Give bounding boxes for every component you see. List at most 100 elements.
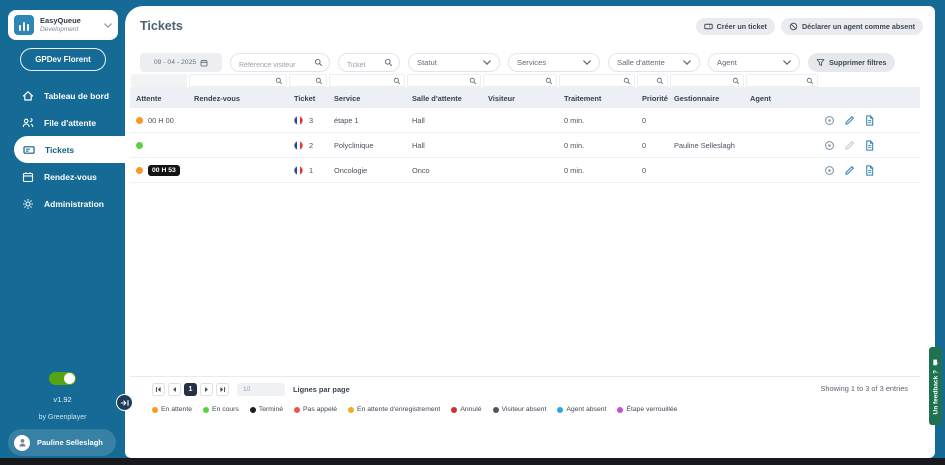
gestionnaire-cell: Pauline Selleslagh xyxy=(668,141,744,150)
brand-name: EasyQueue xyxy=(40,17,98,26)
status-dot xyxy=(250,407,256,413)
edit-icon[interactable] xyxy=(844,115,855,126)
previous-page-button[interactable] xyxy=(168,383,181,396)
priorite-search[interactable] xyxy=(637,74,668,87)
workspace-button[interactable]: GPDev Florent xyxy=(20,48,106,71)
traitement-search[interactable] xyxy=(559,74,635,87)
pagination: 1 xyxy=(152,383,229,396)
priorite-cell: 0 xyxy=(636,166,668,175)
ticket-number: 3 xyxy=(309,116,313,125)
visiteur-search[interactable] xyxy=(483,74,557,87)
status-dot xyxy=(203,407,209,413)
legend-item: Visiteur absent xyxy=(493,406,547,413)
app-version: v1.92 xyxy=(0,395,125,404)
header-actions: Créer un ticket Déclarer un agent comme … xyxy=(696,18,923,35)
wait-time-badge: 00 H 53 xyxy=(148,165,180,176)
workspace-switcher[interactable]: EasyQueue Development xyxy=(8,10,118,40)
status-dot xyxy=(294,407,300,413)
details-icon[interactable] xyxy=(824,165,835,176)
search-icon xyxy=(732,77,740,85)
feedback-tab[interactable]: Un feedback ? xyxy=(929,347,942,425)
status-legend: En attente En cours Terminé Pas appelé E… xyxy=(152,406,677,413)
edit-icon[interactable] xyxy=(844,165,855,176)
sidebar-collapse-button[interactable] xyxy=(116,394,133,411)
filter-bar: 09 - 04 - 2025 Statut xyxy=(140,53,895,72)
details-icon[interactable] xyxy=(824,140,835,151)
sidebar-item-label: Rendez-vous xyxy=(44,172,97,182)
rendez-vous-search[interactable] xyxy=(189,74,286,87)
column-header: Salle d'attente xyxy=(406,94,482,103)
theme-toggle[interactable] xyxy=(49,372,76,385)
salle-cell: Hall xyxy=(406,141,482,150)
first-page-button[interactable] xyxy=(152,383,165,396)
gear-icon xyxy=(22,198,34,210)
france-flag-icon xyxy=(294,166,303,175)
search-icon xyxy=(469,77,477,85)
date-filter[interactable]: 09 - 04 - 2025 xyxy=(140,53,222,72)
priorite-cell: 0 xyxy=(636,141,668,150)
column-header: Ticket xyxy=(288,94,328,103)
legend-item: Agent absent xyxy=(557,406,606,413)
current-page-button[interactable]: 1 xyxy=(184,383,197,396)
declare-agent-absent-button[interactable]: Déclarer un agent comme absent xyxy=(781,18,923,35)
search-icon xyxy=(393,77,401,85)
service-search[interactable] xyxy=(329,74,405,87)
salle-dattente-select[interactable]: Salle d'attente xyxy=(608,53,700,72)
legend-item: En attente d'enregistrement xyxy=(348,406,440,413)
agent-select[interactable]: Agent xyxy=(708,53,800,72)
easyqueue-app: EasyQueue Development GPDev Florent Tabl… xyxy=(0,0,945,465)
clear-filters-button[interactable]: Supprimer filtres xyxy=(808,53,895,72)
bottom-strip xyxy=(0,458,945,465)
column-header: Visiteur xyxy=(482,94,558,103)
agent-search[interactable] xyxy=(746,74,818,87)
document-icon[interactable] xyxy=(864,115,875,126)
salle-search[interactable] xyxy=(407,74,481,87)
ticket-search[interactable] xyxy=(289,74,328,87)
statut-select[interactable]: Statut xyxy=(408,53,500,72)
search-icon xyxy=(656,77,664,85)
tickets-table: Attente Rendez-vous Ticket Service Salle… xyxy=(130,74,920,183)
status-dot xyxy=(557,407,563,413)
traitement-cell: 0 min. xyxy=(558,116,636,125)
rows-per-page-input[interactable]: 10 xyxy=(237,383,285,396)
search-icon xyxy=(806,77,814,85)
details-icon[interactable] xyxy=(824,115,835,126)
last-page-button[interactable] xyxy=(216,383,229,396)
sidebar-item-tableau-de-bord[interactable]: Tableau de bord xyxy=(0,82,125,109)
sidebar-item-tickets[interactable]: Tickets xyxy=(14,136,125,163)
gestionnaire-search[interactable] xyxy=(670,74,744,87)
service-cell: Oncologie xyxy=(328,166,406,175)
status-dot xyxy=(617,407,623,413)
france-flag-icon xyxy=(294,116,303,125)
home-icon xyxy=(22,90,34,102)
current-user[interactable]: Pauline Selleslagh xyxy=(8,429,116,456)
chevron-down-icon xyxy=(583,60,591,65)
attente-search-cell xyxy=(131,74,187,87)
legend-item: En cours xyxy=(203,406,239,413)
visitor-reference-filter xyxy=(230,53,330,72)
sidebar-item-file-dattente[interactable]: File d'attente xyxy=(0,109,125,136)
ticket-number: 1 xyxy=(309,166,313,175)
calendar-icon xyxy=(22,171,34,183)
column-header: Rendez-vous xyxy=(188,94,288,103)
document-icon[interactable] xyxy=(864,165,875,176)
legend-item: Terminé xyxy=(250,406,283,413)
bar-chart-icon xyxy=(14,15,34,35)
legend-item: En attente xyxy=(152,406,192,413)
sidebar-item-administration[interactable]: Administration xyxy=(0,190,125,217)
column-header: Traitement xyxy=(558,94,636,103)
tickets-icon xyxy=(23,144,35,156)
sidebar-item-rendez-vous[interactable]: Rendez-vous xyxy=(0,163,125,190)
funnel-icon xyxy=(816,58,825,67)
status-dot xyxy=(451,407,457,413)
next-page-button[interactable] xyxy=(200,383,213,396)
document-icon[interactable] xyxy=(864,140,875,151)
traitement-cell: 0 min. xyxy=(558,166,636,175)
services-select[interactable]: Services xyxy=(508,53,600,72)
status-dot xyxy=(136,167,143,174)
priorite-cell: 0 xyxy=(636,116,668,125)
sidebar-item-label: Administration xyxy=(44,199,104,209)
rows-per-page-label: Lignes par page xyxy=(293,385,350,394)
ticket-icon xyxy=(704,22,713,31)
create-ticket-button[interactable]: Créer un ticket xyxy=(696,18,775,35)
